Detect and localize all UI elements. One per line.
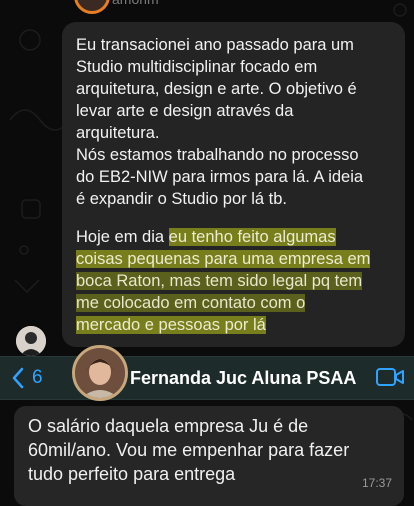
highlighted-text: me colocado em contato com o [76,294,306,312]
message-line: arquitetura, design e arte. O objetivo é [76,80,357,98]
person-photo-icon [16,326,46,356]
top-sender-name: amorim [112,0,159,7]
message-line: levar arte e design através da [76,102,294,120]
incoming-message-bubble[interactable]: Eu transacionei ano passado para um Stud… [62,22,405,347]
contact-name[interactable]: Fernanda Juc Aluna PSAA [130,368,356,389]
outgoing-message-text: O salário daquela empresa Ju é de 60mil/… [28,414,390,486]
highlighted-text: boca Raton, mas tem sido legal pq tem [76,272,363,290]
message-line: Studio multidisciplinar focado em [76,58,318,76]
unread-count: 6 [32,367,43,388]
message-line: Nós estamos trabalhando no processo [76,146,359,164]
chevron-left-icon [12,367,24,389]
message-line: Eu transacionei ano passado para um [76,36,354,54]
chat-header: 6 Fernanda Juc Aluna PSAA [0,345,414,401]
sender-avatar[interactable] [16,326,46,356]
back-button[interactable]: 6 [12,367,43,389]
highlighted-text: eu tenho feito algumas [168,228,336,246]
video-camera-icon [376,368,404,386]
message-line: do EB2-NIW para irmos para lá. A ideia [76,168,364,186]
message-line: 60mil/ano. Vou me empenhar para fazer [28,440,350,460]
video-call-button[interactable] [376,367,404,392]
message-line: é expandir o Studio por lá tb. [76,190,287,208]
message-text: Hoje em dia [76,228,169,246]
contact-avatar[interactable] [72,345,128,401]
message-paragraph-1: Eu transacionei ano passado para um Stud… [76,34,391,210]
person-photo-icon [75,348,125,398]
outgoing-message-bubble[interactable]: O salário daquela empresa Ju é de 60mil/… [14,406,404,506]
top-contact-avatar [74,0,110,14]
message-line: O salário daquela empresa Ju é de [28,416,309,436]
highlighted-text: coisas pequenas para uma empresa em [76,250,371,268]
message-line: tudo perfeito para entrega [28,464,236,484]
message-line: arquitetura. [76,124,160,142]
highlighted-text: mercado e pessoas por lá [76,316,266,334]
message-paragraph-2: Hoje em dia eu tenho feito algumas coisa… [76,226,391,336]
